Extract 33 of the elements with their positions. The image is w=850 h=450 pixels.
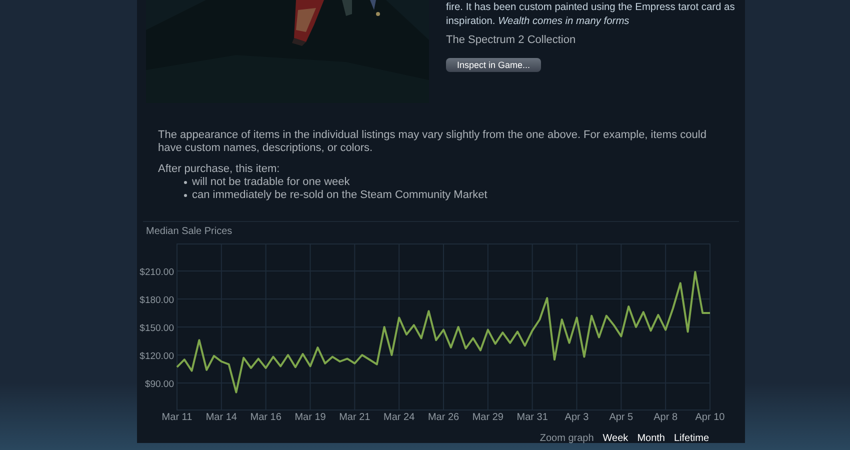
item-description-line: inspiration. Wealth comes in many forms — [446, 15, 630, 29]
y-tick-label: $180.00 — [140, 295, 174, 306]
y-tick-label: $150.00 — [140, 323, 174, 334]
purchase-condition: can immediately be re-sold on the Steam Community Market — [184, 189, 724, 202]
bullet-icon — [184, 194, 187, 197]
inspect-button[interactable]: Inspect in Game... — [446, 58, 542, 72]
y-tick-label: $210.00 — [140, 267, 174, 278]
bullet-icon — [184, 181, 187, 184]
x-tick-label: Apr 8 — [654, 412, 678, 423]
x-tick-label: Mar 21 — [339, 412, 370, 423]
zoom-option[interactable]: Lifetime — [674, 431, 709, 446]
x-tick-label: Mar 16 — [250, 412, 282, 423]
item-collection: The Spectrum 2 Collection — [446, 33, 577, 47]
x-tick-label: Apr 10 — [695, 412, 725, 423]
y-tick-label: $90.00 — [144, 378, 174, 390]
after-purchase-label: After purchase, this item: — [158, 163, 281, 176]
item-description-line: fire. It has been custom painted using the Empress tarot card as — [446, 1, 736, 15]
x-tick-label: Mar 11 — [162, 412, 192, 423]
listing-notice: The appearance of items in the individual listings may vary slightly from the one above. For example, items could have custom names, descriptions, or colors. — [158, 129, 708, 155]
zoom-graph-label: Zoom graph — [540, 432, 594, 446]
x-tick-label: Mar 31 — [516, 412, 548, 423]
x-tick-label: Apr 3 — [564, 412, 589, 423]
zoom-option[interactable]: Month — [637, 431, 665, 446]
x-tick-label: Mar 19 — [294, 412, 326, 423]
chart-title: Median Sale Prices — [146, 226, 234, 238]
y-tick-label: $120.00 — [140, 350, 174, 362]
x-tick-label: Apr 5 — [609, 412, 634, 423]
zoom-option[interactable]: Week — [602, 431, 628, 446]
x-tick-label: Mar 24 — [384, 412, 415, 423]
x-tick-label: Mar 29 — [472, 412, 504, 423]
x-tick-label: Mar 14 — [206, 412, 237, 423]
purchase-condition: will not be tradable for one week — [184, 176, 724, 189]
x-tick-label: Mar 26 — [428, 412, 460, 423]
